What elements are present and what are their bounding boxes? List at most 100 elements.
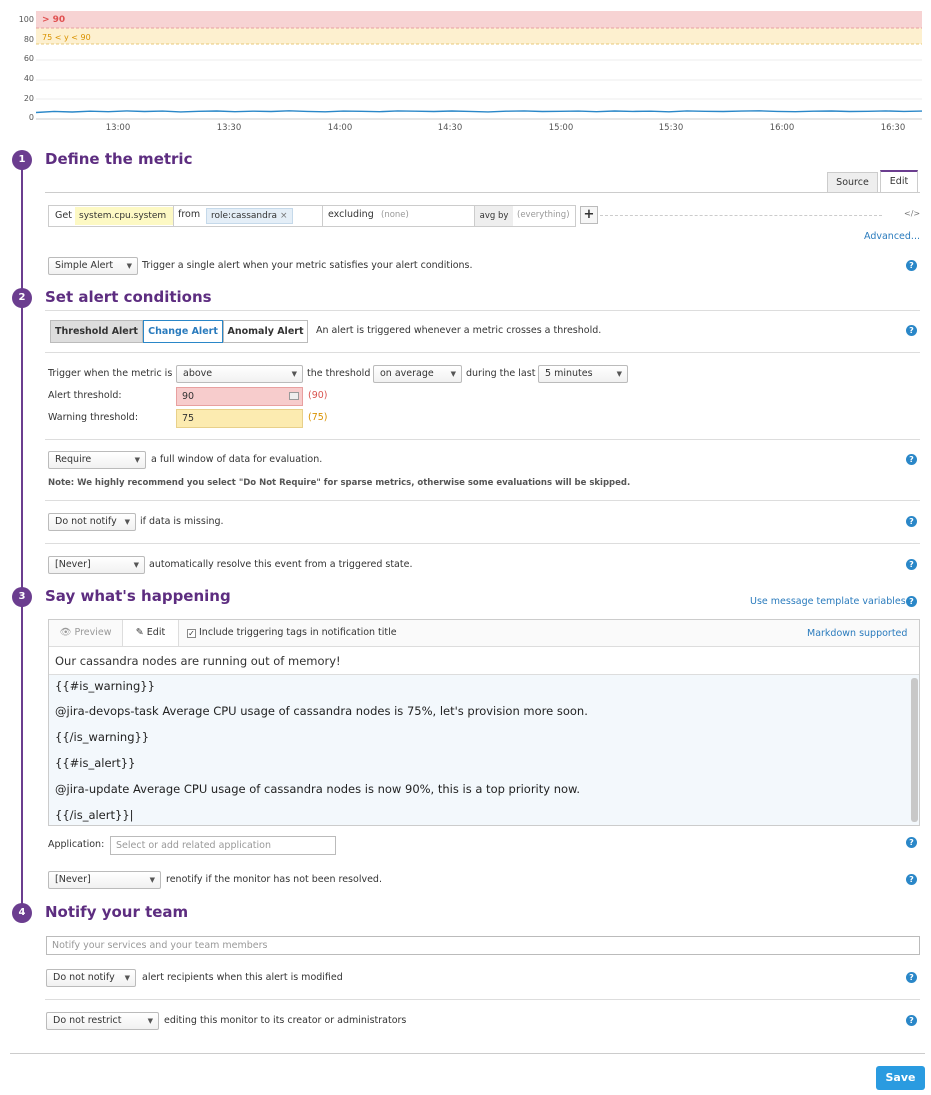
restrict-editing-desc: editing this monitor to its creator or a… (164, 1015, 407, 1026)
include-tags-checkbox[interactable]: ✓ (187, 629, 196, 638)
help-icon[interactable]: ? (906, 260, 917, 271)
application-label: Application: (48, 839, 105, 850)
tab-threshold-alert[interactable]: Threshold Alert (50, 320, 143, 343)
help-icon[interactable]: ? (906, 325, 917, 336)
divider (45, 543, 920, 544)
section-title: Say what's happening (45, 587, 231, 605)
excluding-label: excluding (328, 209, 374, 220)
alert-threshold-echo: (90) (308, 390, 328, 401)
tab-edit[interactable]: Edit (880, 170, 918, 193)
help-icon[interactable]: ? (906, 1015, 917, 1026)
notify-modified-select[interactable]: Do not notify ▼ (46, 969, 136, 987)
chevron-down-icon: ▼ (124, 518, 130, 526)
alert-type-desc: Trigger a single alert when your metric … (142, 260, 473, 271)
step-number: 3 (12, 587, 32, 607)
preview-tab[interactable]: 👁 Preview (49, 620, 123, 646)
tab-change-alert[interactable]: Change Alert (143, 320, 223, 343)
editor-toolbar: 👁 Preview ✎ Edit ✓ Include triggering ta… (49, 620, 919, 647)
during-label: during the last (466, 368, 536, 379)
renotify-desc: renotify if the monitor has not been res… (166, 874, 382, 885)
warning-band (36, 28, 922, 44)
notify-recipients-input[interactable]: Notify your services and your team membe… (46, 936, 920, 955)
query-dotted-line (600, 215, 882, 216)
y-tick: 60 (23, 54, 34, 63)
application-input[interactable]: Select or add related application (110, 836, 336, 855)
message-line: @jira-update Average CPU usage of cassan… (55, 782, 581, 796)
y-tick: 80 (23, 35, 34, 44)
x-tick: 13:30 (216, 123, 242, 133)
message-line: @jira-devops-task Average CPU usage of c… (55, 704, 588, 718)
help-icon[interactable]: ? (906, 837, 917, 848)
missing-data-desc: if data is missing. (140, 516, 224, 527)
warning-threshold-input[interactable]: 75 (176, 409, 303, 428)
alert-threshold-input[interactable]: 90 (176, 387, 303, 406)
excluding-input[interactable]: (none) (381, 210, 409, 220)
chevron-down-icon: ▼ (291, 370, 297, 378)
notify-modified-desc: alert recipients when this alert is modi… (142, 972, 343, 983)
chevron-down-icon: ▼ (149, 876, 155, 884)
metric-chart: 100 80 60 40 20 0 > 90 75 < y < 90 13:00… (0, 0, 931, 135)
divider (45, 192, 920, 193)
scrollbar[interactable] (911, 678, 918, 822)
x-tick: 16:30 (880, 123, 906, 133)
alert-type-select[interactable]: Simple Alert ▼ (48, 257, 138, 275)
template-variables-link[interactable]: Use message template variables (750, 596, 906, 607)
x-tick: 16:00 (769, 123, 795, 133)
help-icon[interactable]: ? (906, 972, 917, 983)
add-query-button[interactable]: + (580, 206, 598, 224)
from-label: from (178, 209, 201, 220)
tab-anomaly-alert[interactable]: Anomaly Alert (223, 320, 308, 343)
help-icon[interactable]: ? (906, 596, 917, 607)
require-select[interactable]: Require ▼ (48, 451, 146, 469)
divider (45, 999, 920, 1000)
x-tick: 15:00 (548, 123, 574, 133)
section-title: Notify your team (45, 903, 189, 921)
missing-data-select[interactable]: Do not notify ▼ (48, 513, 136, 531)
help-icon[interactable]: ? (906, 559, 917, 570)
message-subject-input[interactable]: Our cassandra nodes are running out of m… (49, 647, 919, 675)
warning-band-label: 75 < y < 90 (42, 33, 91, 42)
message-line: {{#is_warning}} (55, 679, 155, 693)
message-body-textarea[interactable] (49, 675, 919, 825)
calculator-icon[interactable] (289, 392, 299, 400)
alert-band-label: > 90 (42, 15, 66, 25)
y-tick: 40 (23, 74, 34, 83)
auto-resolve-select[interactable]: [Never] ▼ (48, 556, 145, 574)
window-select[interactable]: 5 minutes ▼ (538, 365, 628, 383)
chevron-down-icon: ▼ (126, 262, 132, 270)
edit-tab[interactable]: ✎ Edit (123, 620, 179, 646)
message-line: {{/is_warning}} (55, 730, 150, 744)
divider (45, 352, 920, 353)
advanced-link[interactable]: Advanced... (864, 231, 920, 242)
help-icon[interactable]: ? (906, 874, 917, 885)
x-tick: 14:30 (437, 123, 463, 133)
metric-select[interactable]: system.cpu.system (75, 207, 173, 225)
help-icon[interactable]: ? (906, 454, 917, 465)
code-icon[interactable]: </> (904, 209, 920, 218)
divider (45, 439, 920, 440)
warning-threshold-echo: (75) (308, 412, 328, 423)
x-tick: 15:30 (658, 123, 684, 133)
metric-query-row: Get system.cpu.system from role:cassandr… (48, 205, 576, 227)
from-tag[interactable]: role:cassandra × (206, 208, 293, 224)
comparator-select[interactable]: above ▼ (176, 365, 303, 383)
aggregation-select[interactable]: on average ▼ (373, 365, 462, 383)
tab-source[interactable]: Source (827, 172, 878, 193)
restrict-editing-select[interactable]: Do not restrict ▼ (46, 1012, 159, 1030)
markdown-link[interactable]: Markdown supported (807, 628, 907, 639)
remove-tag-icon[interactable]: × (280, 211, 288, 221)
from-tag-label: role:cassandra (211, 211, 278, 221)
save-button[interactable]: Save (876, 1066, 925, 1090)
chevron-down-icon: ▼ (133, 561, 139, 569)
step-number: 2 (12, 288, 32, 308)
get-label: Get (55, 210, 72, 221)
message-line: {{/is_alert}}| (55, 808, 134, 822)
avgby-input[interactable]: (everything) (517, 210, 570, 220)
require-note: Note: We highly recommend you select "Do… (48, 478, 631, 488)
message-line: {{#is_alert}} (55, 756, 136, 770)
require-desc: a full window of data for evaluation. (151, 454, 323, 465)
include-tags-label: Include triggering tags in notification … (199, 627, 397, 638)
renotify-select[interactable]: [Never] ▼ (48, 871, 161, 889)
help-icon[interactable]: ? (906, 516, 917, 527)
pencil-icon: ✎ (135, 627, 144, 638)
